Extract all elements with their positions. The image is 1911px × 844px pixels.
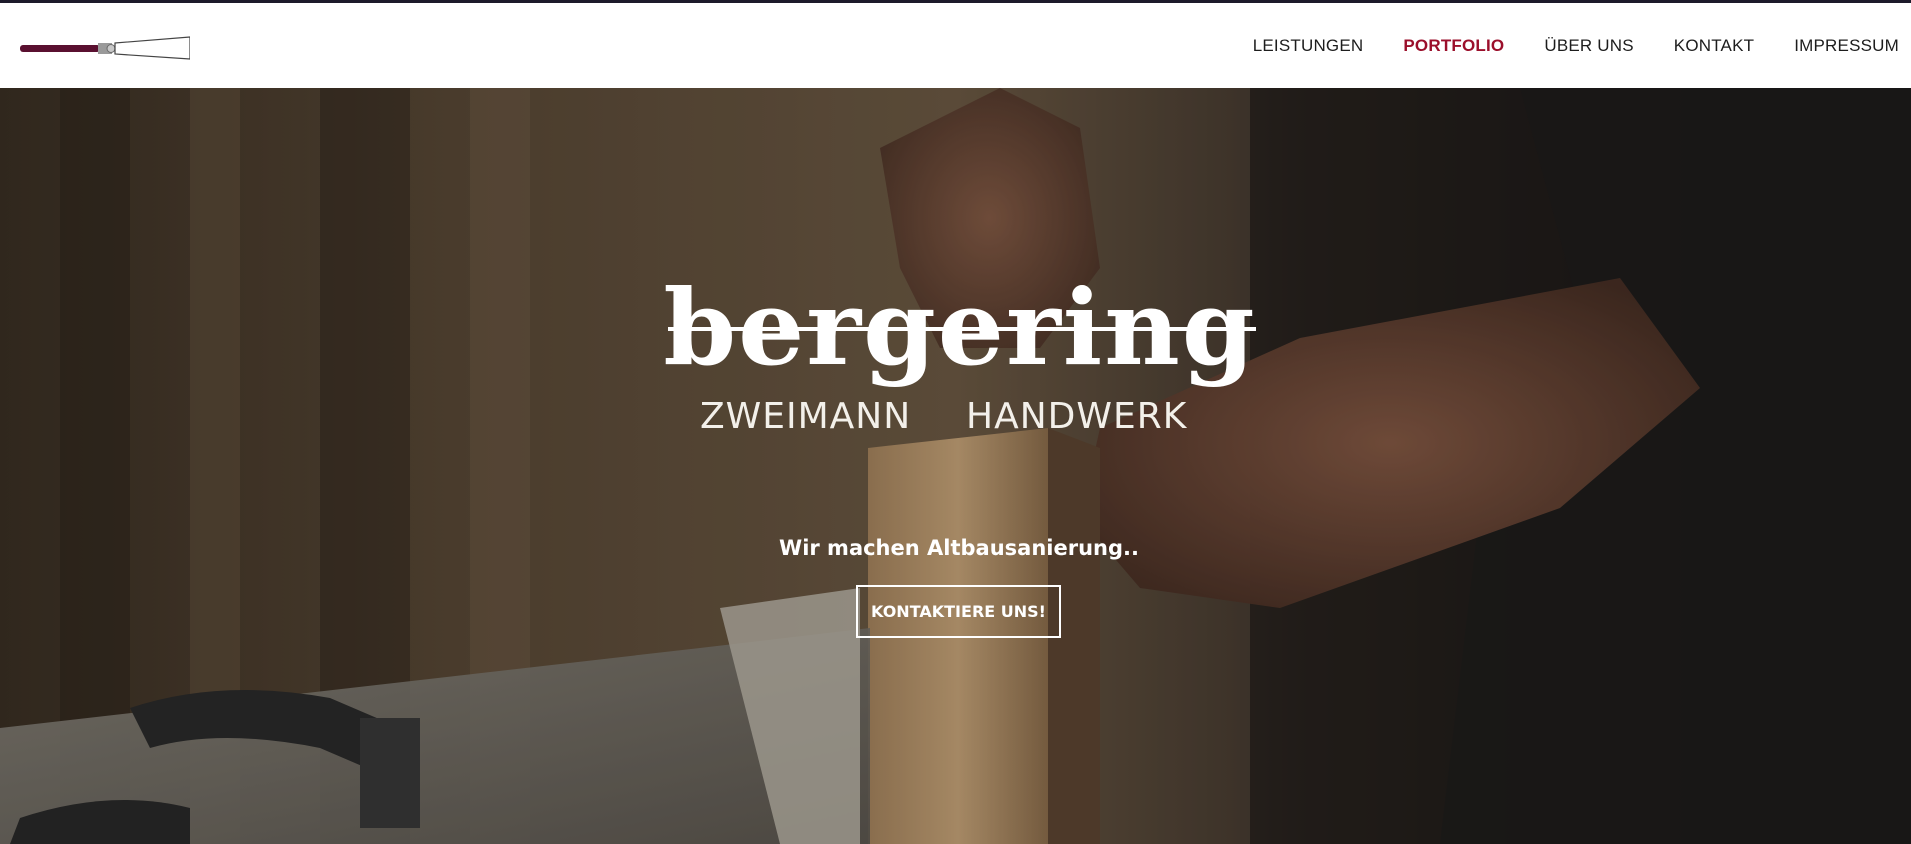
nav-item-portfolio[interactable]: PORTFOLIO (1403, 36, 1504, 56)
home-logo-link[interactable] (20, 33, 190, 63)
nav-item-leistungen[interactable]: LEISTUNGEN (1253, 36, 1364, 56)
hero-overlay (0, 88, 1911, 844)
contact-cta-button[interactable]: KONTAKTIERE UNS! (856, 585, 1061, 638)
brand-tagline-right: HANDWERK (966, 396, 1188, 437)
site-header: LEISTUNGEN PORTFOLIO ÜBER UNS KONTAKT IM… (0, 3, 1911, 88)
brand-wordmark: bergering (663, 266, 1257, 389)
brand-logo: bergering ZWEIMANN HANDWERK (660, 266, 1260, 437)
nav-item-ueber-uns[interactable]: ÜBER UNS (1544, 36, 1633, 56)
chisel-logo-icon (20, 36, 190, 60)
hero-section: bergering ZWEIMANN HANDWERK Wir machen A… (0, 88, 1911, 844)
brand-tagline-left: ZWEIMANN (700, 396, 912, 437)
nav-item-impressum[interactable]: IMPRESSUM (1794, 36, 1899, 56)
nav-item-kontakt[interactable]: KONTAKT (1674, 36, 1754, 56)
hero-subtitle: Wir machen Altbausanierung.. (779, 536, 1139, 560)
main-nav: LEISTUNGEN PORTFOLIO ÜBER UNS KONTAKT IM… (1213, 3, 1899, 88)
